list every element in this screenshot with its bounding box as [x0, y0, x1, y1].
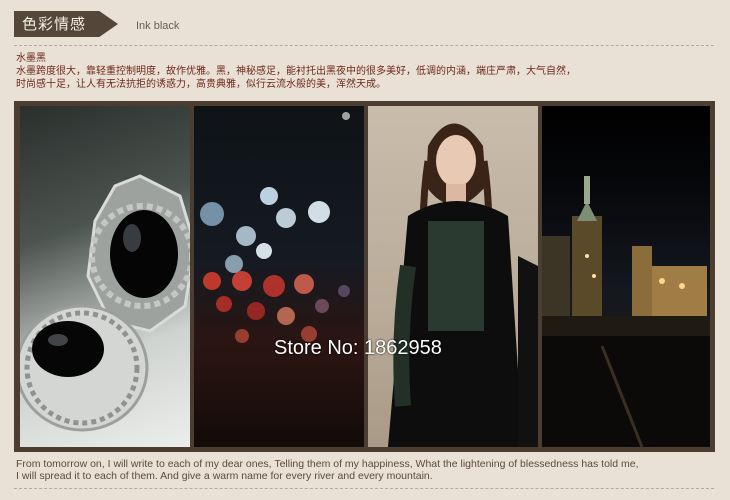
lower-ring — [20, 304, 149, 432]
section-header: 色彩情感 Ink black — [0, 0, 730, 48]
intro-text: 水墨黑 水墨跨度很大，靠轻重控制明度，故作优雅。黑，神秘感足，能衬托出黑夜中的很… — [16, 52, 716, 91]
intro-line-2: 时尚感十足，让人有无法抗拒的诱惑力，高贵典雅，似行云流水般的美，浑然天成。 — [16, 79, 386, 90]
photo-bokeh-lights — [194, 106, 364, 447]
header-divider — [14, 45, 714, 46]
bokeh-illustration — [200, 112, 350, 343]
photo-strip: Store No: 1862958 — [14, 101, 715, 452]
intro-title: 水墨黑 — [16, 53, 46, 64]
model-illustration — [388, 123, 538, 447]
photo-night-city — [542, 106, 710, 447]
footer-text: From tomorrow on, I will write to each o… — [16, 458, 716, 482]
jewelry-rings-illustration — [20, 174, 190, 432]
intro-line-1: 水墨跨度很大，靠轻重控制明度，故作优雅。黑，神秘感足，能衬托出黑夜中的很多美好，… — [16, 66, 576, 77]
footer-line-2: I will spread it to each of them. And gi… — [16, 470, 433, 482]
night-city-illustration — [542, 176, 710, 447]
photo-fashion-model — [368, 106, 538, 447]
footer-divider — [14, 488, 714, 489]
footer-line-1: From tomorrow on, I will write to each o… — [16, 458, 639, 470]
section-tag: 色彩情感 — [14, 11, 118, 37]
section-subtitle: Ink black — [136, 20, 180, 32]
photo-jewelry-rings — [20, 106, 190, 447]
store-watermark: Store No: 1862958 — [274, 337, 442, 359]
